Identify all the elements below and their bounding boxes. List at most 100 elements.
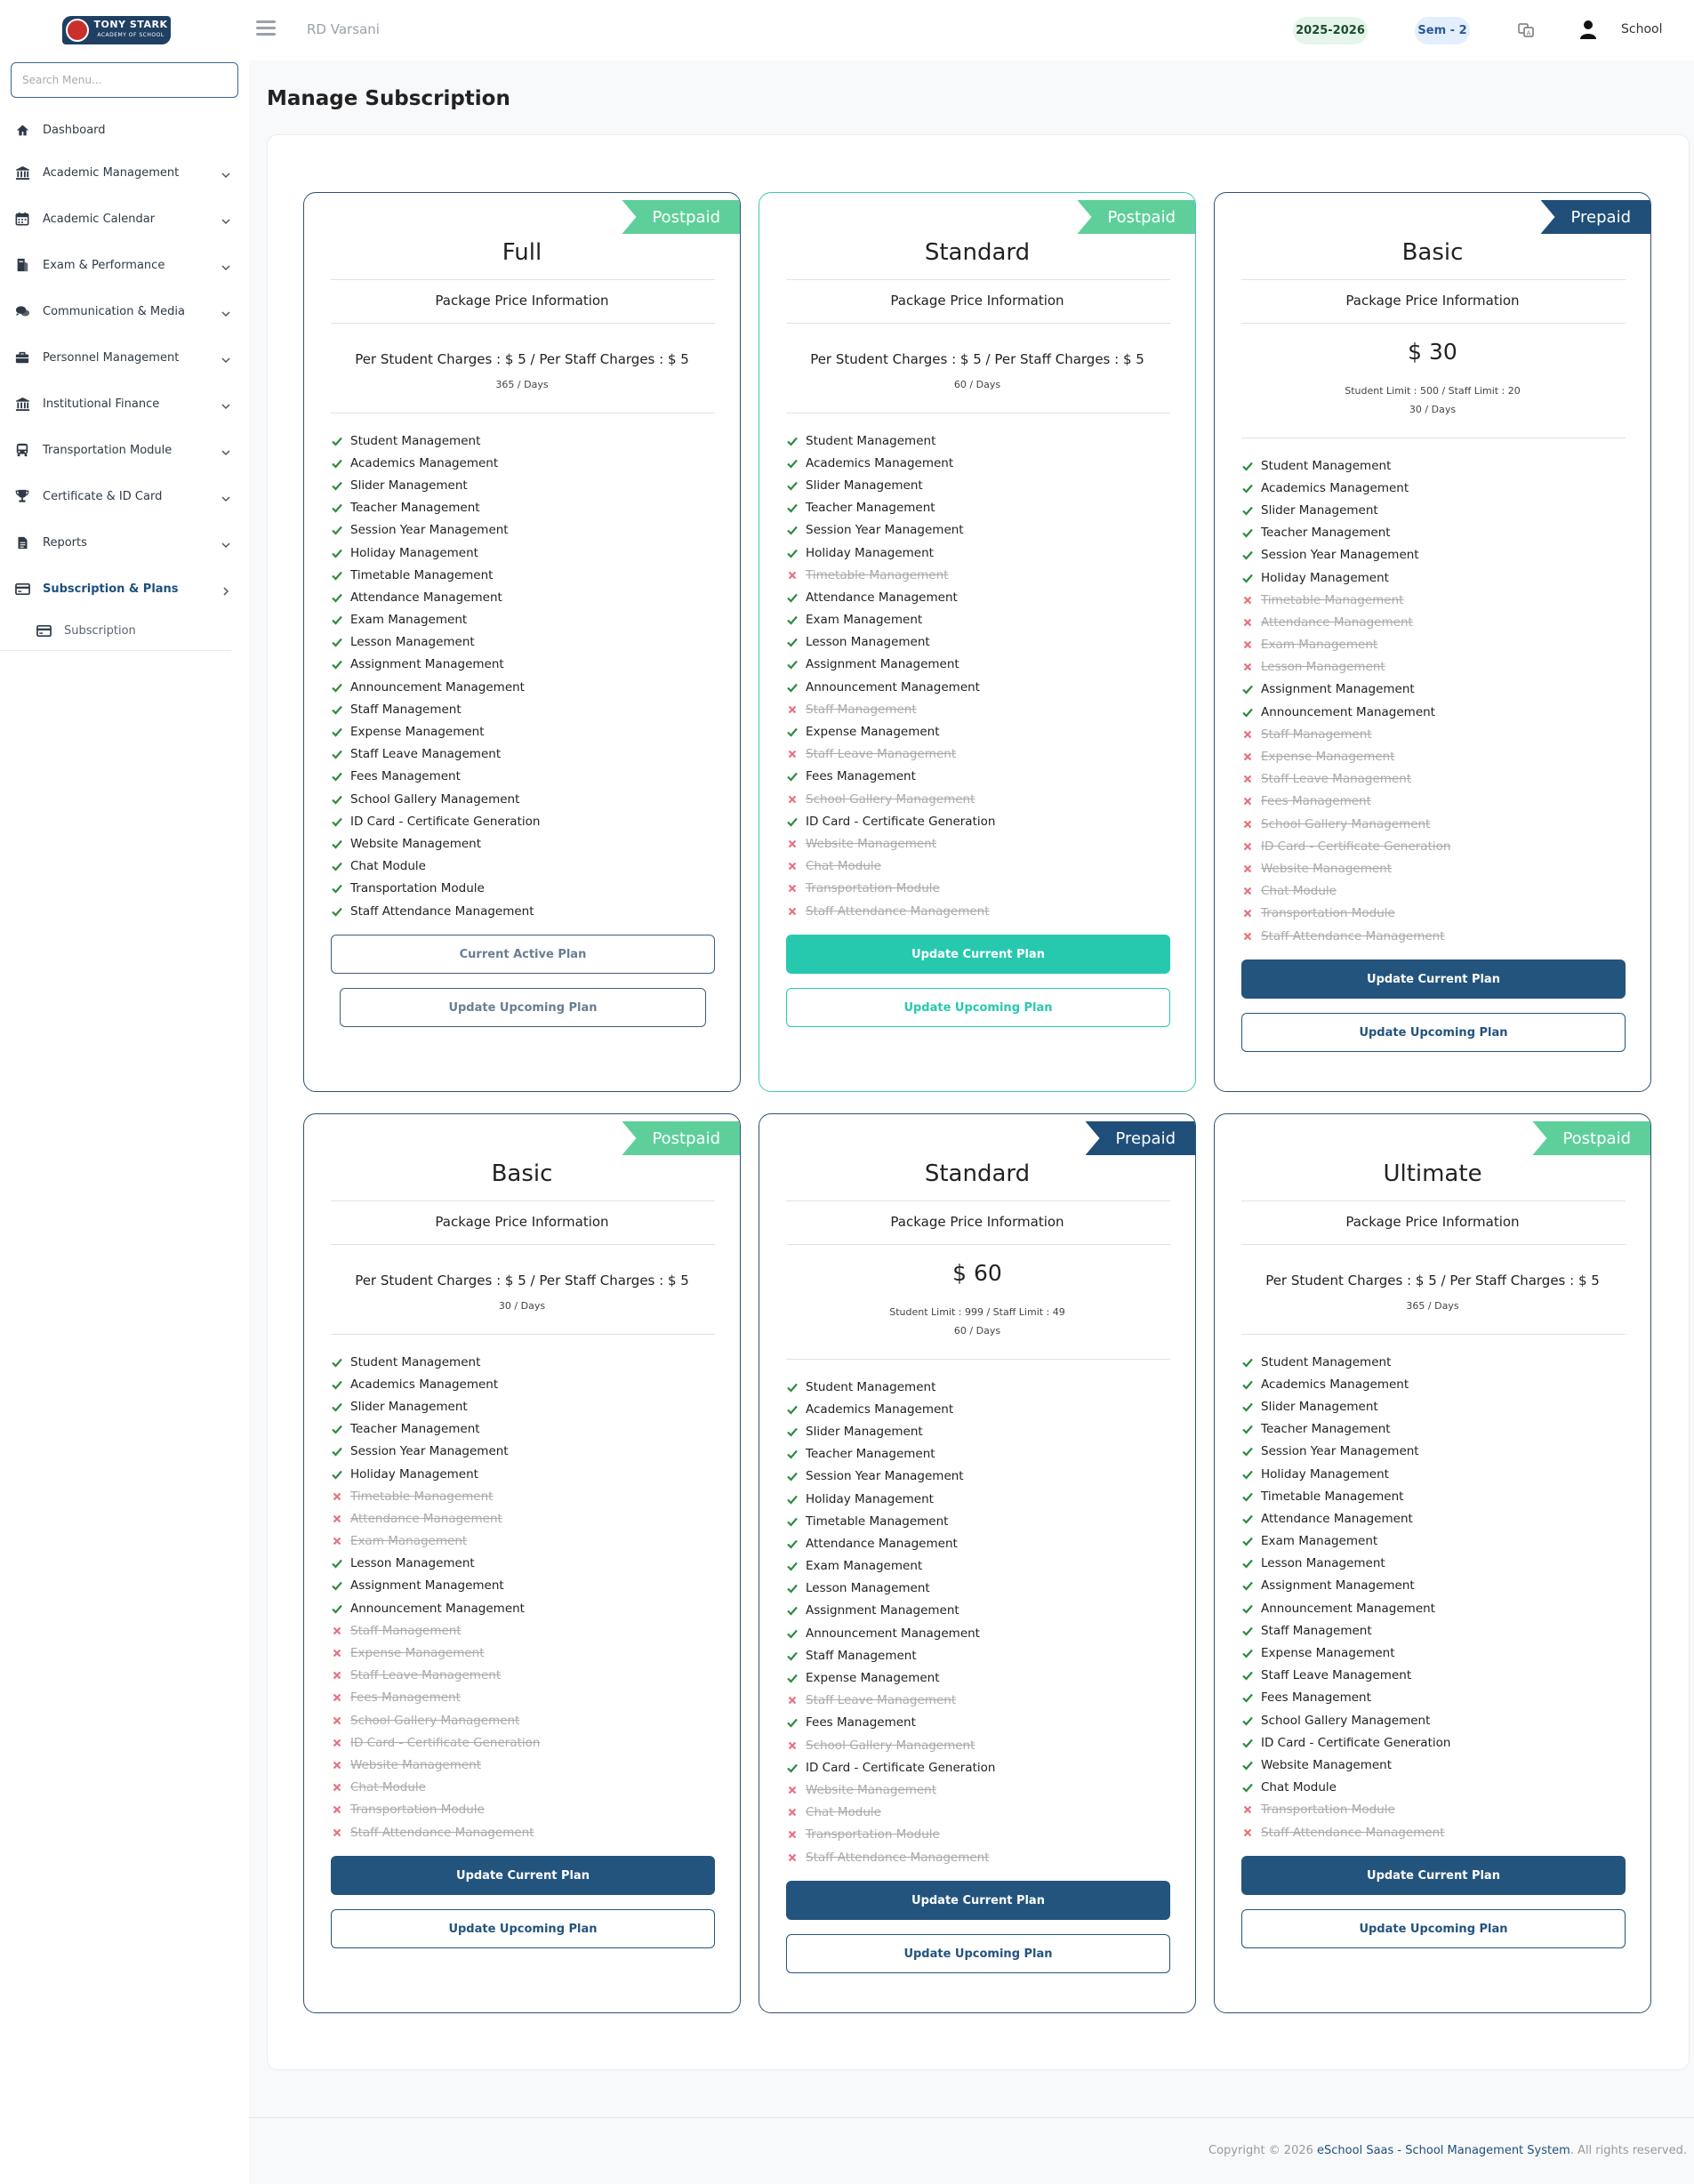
feature-label: Exam Management [806,1559,923,1574]
feature-label: School Gallery Management [1261,1713,1431,1728]
feature-item: ID Card - Certificate Generation [1241,1731,1450,1754]
cross-icon [1241,885,1254,897]
feature-label: Assignment Management [806,1603,959,1618]
session-year-badge[interactable]: 2025-2026 [1293,17,1368,44]
feature-label: Staff Management [1261,1623,1372,1638]
sidebar-item-academic-management[interactable]: Academic Management [0,149,249,196]
feature-label: Exam Management [350,613,468,628]
feature-item: Teacher Management [786,497,995,519]
package-price-heading: Package Price Information [1345,1214,1520,1230]
feature-label: Teacher Management [1261,526,1391,541]
feature-item: Assignment Management [331,654,540,676]
chat-icon [14,303,30,319]
feature-label: Teacher Management [806,501,935,516]
feature-label: School Gallery Management [806,1738,975,1753]
cross-icon [786,905,799,918]
update-current-plan-button[interactable]: Update Current Plan [1241,960,1626,999]
sidebar-item-dashboard[interactable]: Dashboard [0,110,249,149]
update-upcoming-plan-button[interactable]: Update Upcoming Plan [786,1934,1170,1973]
check-icon [331,479,343,492]
feature-item: Timetable Management [331,1485,540,1507]
feature-label: Attendance Management [350,1511,502,1526]
check-icon [1241,1602,1254,1615]
user-avatar-icon[interactable] [1579,20,1597,39]
package-price-heading: Package Price Information [435,293,609,309]
cross-icon [1241,594,1254,606]
cross-icon [786,793,799,806]
chevron-right-icon [221,583,231,596]
update-current-plan-button[interactable]: Update Current Plan [1241,1856,1626,1895]
cross-icon [1241,661,1254,673]
sidebar-subitem-subscription[interactable]: Subscription [0,612,231,651]
feature-item: Expense Management [786,1666,995,1689]
sidebar-item-exam-performance[interactable]: Exam & Performance [0,242,249,288]
feature-label: Announcement Management [806,679,980,695]
language-icon[interactable]: A [1517,21,1535,39]
check-icon [331,838,343,850]
update-upcoming-plan-button[interactable]: Update Upcoming Plan [1241,1013,1626,1052]
divider [331,1200,715,1201]
feature-label: Lesson Management [806,1581,930,1596]
feature-label: School Gallery Management [1261,816,1431,831]
plan-duration: 365 / Days [495,379,549,390]
check-icon [786,1627,799,1640]
check-icon [1241,1579,1254,1592]
update-current-plan-button[interactable]: Update Current Plan [786,935,1170,974]
feature-item: Attendance Management [331,1507,540,1530]
hamburger-menu-icon[interactable] [256,20,276,36]
check-icon [786,435,799,447]
divider [786,413,1170,414]
feature-label: Staff Attendance Management [350,1825,534,1840]
update-upcoming-plan-button[interactable]: Update Upcoming Plan [331,1909,715,1948]
check-icon [331,905,343,918]
check-icon [786,479,799,492]
update-upcoming-plan-button[interactable]: Update Upcoming Plan [786,988,1170,1027]
sidebar-item-certificate-id-card[interactable]: Certificate & ID Card [0,473,249,519]
plan-name: Basic [491,1160,553,1187]
sidebar-item-subscription-plans[interactable]: Subscription & Plans [0,566,249,612]
plan-type-ribbon: Postpaid [1077,200,1195,234]
sidebar-item-communication-media[interactable]: Communication & Media [0,288,249,334]
feature-label: Transportation Module [1261,1803,1395,1818]
footer-brand-link[interactable]: eSchool Saas - School Management System [1317,2144,1570,2157]
update-upcoming-plan-button[interactable]: Update Upcoming Plan [340,988,706,1027]
search-menu-input[interactable] [11,62,238,98]
check-icon [786,1716,799,1729]
feature-label: Lesson Management [1261,1556,1385,1571]
sidebar-item-academic-calendar[interactable]: Academic Calendar [0,196,249,242]
feature-label: Slider Management [1261,502,1378,518]
feature-item: Chat Module [331,1777,540,1799]
feature-label: Expense Management [1261,750,1395,765]
semester-badge[interactable]: Sem - 2 [1415,17,1470,44]
feature-item: Assignment Management [1241,1575,1450,1597]
sidebar-item-personnel-management[interactable]: Personnel Management [0,334,249,381]
feature-item: Assignment Management [786,654,995,676]
sidebar-nav: Dashboard Academic Management Academic Cal… [0,110,249,651]
feature-item: Chat Module [331,855,540,878]
feature-label: Website Management [1261,861,1393,876]
feature-label: Staff Leave Management [806,747,957,762]
check-icon [331,1378,343,1391]
check-icon [1241,1401,1254,1413]
feature-label: Fees Management [1261,794,1371,809]
svg-text:A: A [1527,30,1531,37]
feature-item: Fees Management [786,1712,995,1734]
school-logo[interactable]: TONY STARK ACADEMY OF SCHOOL [62,16,171,44]
check-icon [331,1356,343,1369]
feature-item: ID Card - Certificate Generation [331,1731,540,1754]
feature-item: Exam Management [786,609,995,631]
feature-item: Session Year Management [1241,1441,1450,1463]
feature-item: Slider Management [1241,1395,1450,1417]
update-current-plan-button[interactable]: Update Current Plan [331,1856,715,1895]
sidebar-item-transportation-module[interactable]: Transportation Module [0,427,249,473]
current-active-plan-button[interactable]: Current Active Plan [331,935,715,974]
sidebar-item-reports[interactable]: Reports [0,519,249,566]
feature-label: ID Card - Certificate Generation [350,1735,541,1750]
feature-label: Transportation Module [806,1827,940,1843]
update-current-plan-button[interactable]: Update Current Plan [786,1881,1170,1920]
feature-label: Slider Management [350,1399,468,1414]
user-role-label[interactable]: School [1621,22,1662,36]
check-icon [331,681,343,694]
update-upcoming-plan-button[interactable]: Update Upcoming Plan [1241,1909,1626,1948]
sidebar-item-institutional-finance[interactable]: Institutional Finance [0,381,249,427]
